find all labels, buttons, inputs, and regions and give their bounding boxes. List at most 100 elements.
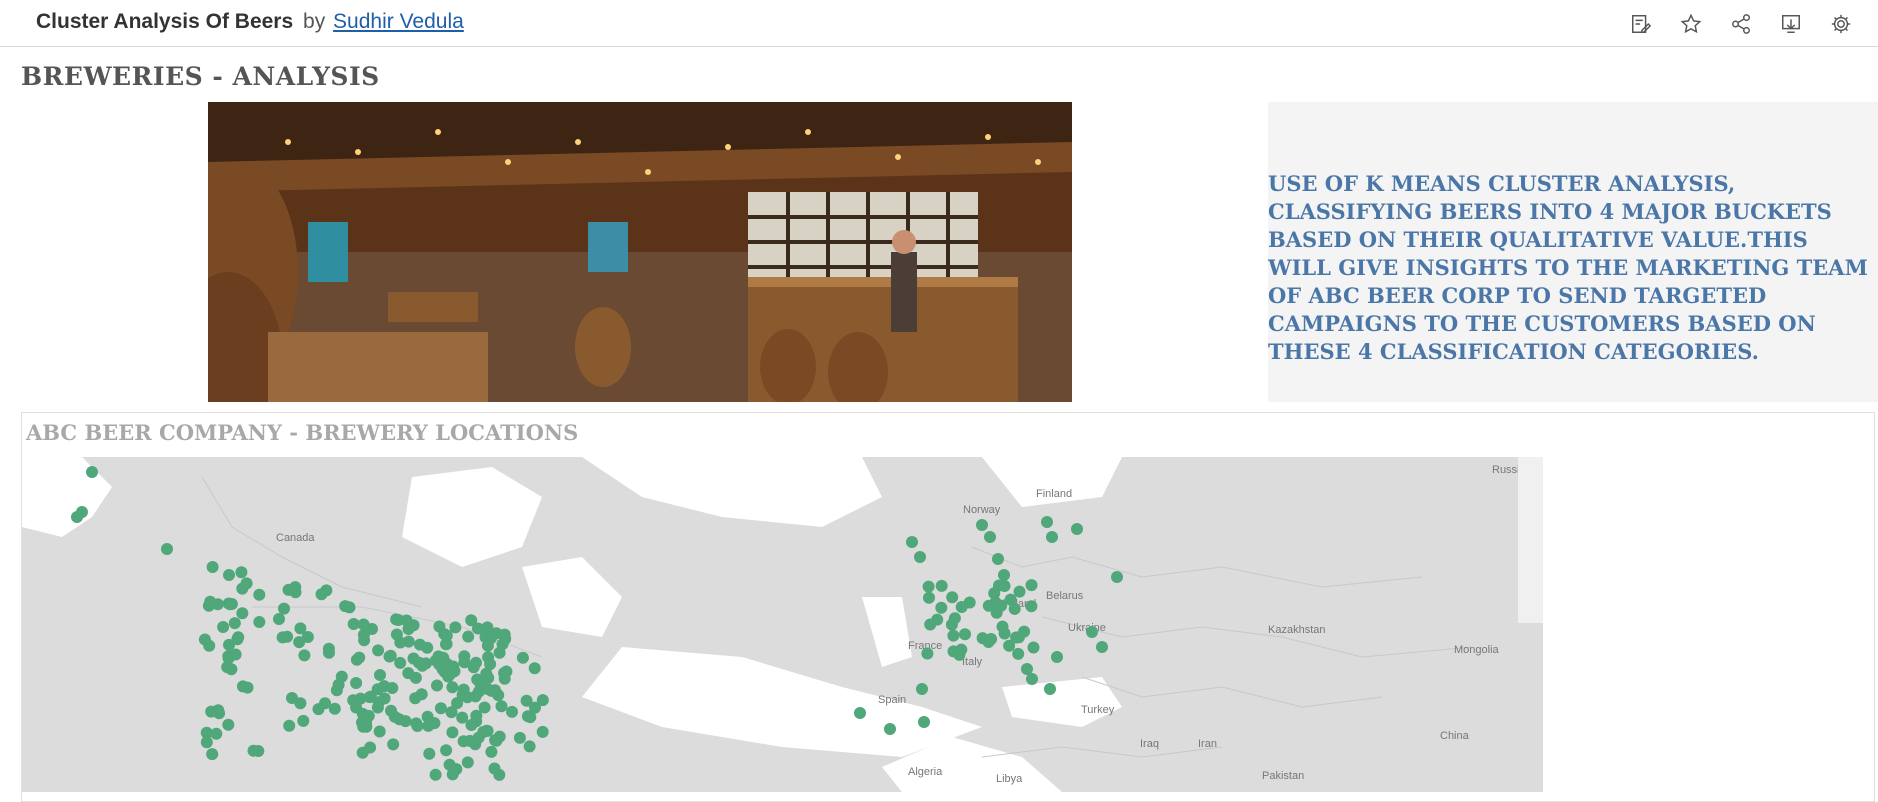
brewery-marker[interactable]	[384, 649, 397, 662]
brewery-marker[interactable]	[319, 697, 331, 710]
brewery-marker[interactable]	[948, 612, 961, 625]
brewery-map[interactable]: Russia Canada Norway Finland Belarus Pol…	[22, 457, 1543, 792]
brewery-marker[interactable]	[946, 591, 959, 604]
brewery-marker[interactable]	[498, 672, 511, 685]
brewery-marker[interactable]	[947, 629, 960, 642]
brewery-marker[interactable]	[323, 646, 335, 659]
brewery-marker[interactable]	[386, 682, 399, 694]
brewery-marker[interactable]	[211, 598, 224, 611]
brewery-marker[interactable]	[1096, 641, 1108, 653]
brewery-marker[interactable]	[529, 701, 541, 714]
brewery-marker[interactable]	[385, 704, 397, 717]
share-icon[interactable]	[1716, 8, 1766, 40]
brewery-marker[interactable]	[374, 669, 386, 681]
brewery-marker[interactable]	[449, 621, 462, 634]
brewery-marker[interactable]	[485, 745, 498, 758]
brewery-marker[interactable]	[298, 649, 311, 662]
download-icon[interactable]	[1766, 8, 1816, 40]
brewery-marker[interactable]	[467, 661, 480, 674]
brewery-marker[interactable]	[223, 569, 235, 581]
brewery-marker[interactable]	[210, 727, 223, 740]
brewery-marker[interactable]	[1051, 651, 1063, 663]
brewery-marker[interactable]	[332, 678, 345, 691]
brewery-marker[interactable]	[399, 715, 412, 728]
brewery-marker[interactable]	[1013, 585, 1026, 598]
brewery-marker[interactable]	[293, 636, 306, 649]
brewery-marker[interactable]	[423, 747, 436, 760]
brewery-marker[interactable]	[350, 677, 363, 689]
brewery-marker[interactable]	[350, 653, 363, 666]
brewery-marker[interactable]	[959, 628, 971, 641]
brewery-marker[interactable]	[253, 616, 266, 628]
brewery-marker[interactable]	[984, 531, 996, 543]
brewery-marker[interactable]	[387, 738, 400, 751]
brewery-marker[interactable]	[496, 638, 509, 651]
brewery-marker[interactable]	[445, 706, 458, 719]
brewery-marker[interactable]	[357, 720, 370, 733]
brewery-marker[interactable]	[884, 723, 896, 735]
brewery-marker[interactable]	[421, 641, 434, 654]
brewery-marker[interactable]	[485, 632, 497, 645]
author-link[interactable]: Sudhir Vedula	[333, 10, 464, 33]
brewery-marker[interactable]	[429, 768, 442, 781]
brewery-marker[interactable]	[1004, 593, 1017, 606]
brewery-marker[interactable]	[442, 670, 455, 683]
favorite-star-icon[interactable]	[1666, 8, 1716, 40]
brewery-marker[interactable]	[1012, 647, 1025, 660]
brewery-marker[interactable]	[992, 553, 1004, 565]
brewery-marker[interactable]	[506, 705, 518, 718]
brewery-marker[interactable]	[228, 617, 241, 630]
brewery-marker[interactable]	[470, 709, 483, 722]
settings-gear-icon[interactable]	[1816, 8, 1866, 40]
brewery-marker[interactable]	[236, 607, 249, 620]
brewery-marker[interactable]	[461, 756, 474, 769]
brewery-marker[interactable]	[240, 577, 253, 590]
brewery-marker[interactable]	[198, 633, 211, 646]
brewery-marker[interactable]	[462, 630, 475, 643]
brewery-marker[interactable]	[490, 734, 503, 747]
brewery-marker[interactable]	[996, 620, 1009, 633]
brewery-marker[interactable]	[283, 719, 296, 732]
brewery-marker[interactable]	[161, 543, 173, 555]
brewery-marker[interactable]	[224, 598, 237, 611]
brewery-marker[interactable]	[457, 735, 470, 748]
brewery-marker[interactable]	[223, 638, 235, 651]
brewery-marker[interactable]	[906, 536, 918, 548]
brewery-marker[interactable]	[232, 631, 245, 644]
brewery-marker[interactable]	[222, 650, 235, 663]
brewery-marker[interactable]	[495, 700, 508, 713]
brewery-marker[interactable]	[465, 614, 478, 627]
brewery-marker[interactable]	[982, 599, 995, 612]
brewery-marker[interactable]	[458, 650, 471, 663]
brewery-marker[interactable]	[71, 511, 83, 523]
brewery-marker[interactable]	[281, 630, 294, 643]
brewery-marker[interactable]	[443, 758, 456, 771]
brewery-marker[interactable]	[86, 466, 98, 478]
brewery-marker[interactable]	[1111, 571, 1123, 583]
brewery-marker[interactable]	[357, 618, 370, 631]
brewery-marker[interactable]	[916, 683, 928, 695]
brewery-marker[interactable]	[373, 725, 386, 738]
brewery-marker[interactable]	[513, 731, 526, 744]
brewery-marker[interactable]	[914, 551, 926, 563]
brewery-marker[interactable]	[1025, 600, 1038, 613]
brewery-marker[interactable]	[488, 762, 501, 775]
brewery-marker[interactable]	[289, 581, 302, 594]
brewery-marker[interactable]	[536, 725, 549, 738]
brewery-marker[interactable]	[443, 660, 456, 673]
brewery-marker[interactable]	[924, 618, 937, 631]
brewery-marker[interactable]	[922, 580, 935, 593]
brewery-marker[interactable]	[235, 566, 248, 579]
brewery-marker[interactable]	[523, 740, 536, 753]
brewery-marker[interactable]	[446, 681, 459, 694]
brewery-marker[interactable]	[200, 736, 213, 749]
brewery-marker[interactable]	[236, 680, 249, 693]
brewery-marker[interactable]	[371, 701, 384, 714]
map-scrollbar[interactable]	[1518, 457, 1543, 623]
brewery-marker[interactable]	[481, 683, 494, 695]
brewery-marker[interactable]	[222, 718, 235, 731]
brewery-marker[interactable]	[372, 644, 385, 657]
brewery-marker[interactable]	[854, 707, 866, 719]
brewery-marker[interactable]	[434, 702, 447, 715]
brewery-marker[interactable]	[253, 588, 266, 601]
